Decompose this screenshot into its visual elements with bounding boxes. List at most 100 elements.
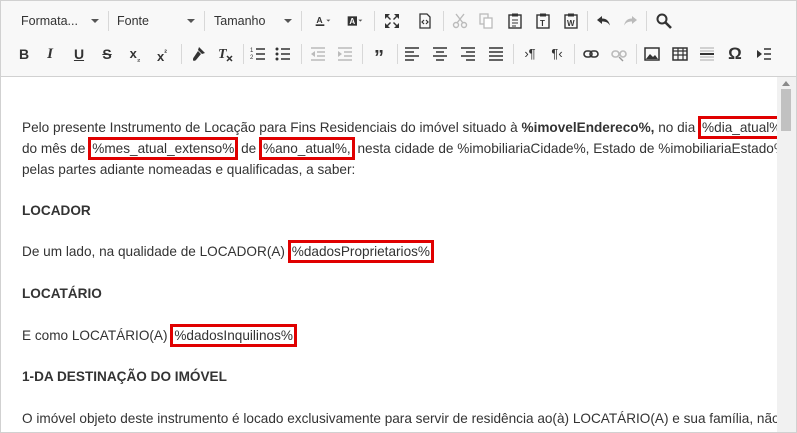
copy-format-button[interactable] — [187, 43, 209, 65]
document-body[interactable]: Pelo presente Instrumento de Locação par… — [1, 77, 777, 432]
maximize-icon — [385, 14, 399, 28]
paragraph-line: pelas partes adiante nomeadas e qualific… — [22, 162, 356, 177]
numbered-list-button[interactable]: 12 — [247, 43, 269, 65]
align-center-icon — [433, 47, 447, 61]
svg-text:1: 1 — [250, 48, 254, 54]
find-button[interactable] — [653, 10, 675, 32]
placeholder-dia-atual: %dia_atual% — [698, 116, 777, 139]
paragraph-line: O imóvel objeto deste instrumento é loca… — [22, 411, 777, 426]
paste-text-icon: T — [536, 13, 550, 29]
horizontal-line-button[interactable] — [696, 43, 718, 65]
font-color-button[interactable]: A — [309, 10, 337, 32]
toolbar-separator — [362, 44, 363, 64]
paragraph-line: do mês de %mes_atual_extenso% de %ano_at… — [22, 137, 777, 160]
remove-format-button[interactable]: T — [214, 43, 236, 65]
redo-button[interactable] — [619, 10, 641, 32]
special-char-button[interactable]: Ω — [724, 43, 746, 65]
placeholder-ano-atual: %ano_atual%, — [259, 137, 355, 160]
font-dropdown[interactable]: Fonte — [117, 10, 195, 32]
toolbar-separator — [108, 11, 109, 31]
outdent-icon — [311, 47, 325, 61]
justify-button[interactable] — [485, 43, 507, 65]
toolbar-separator — [513, 44, 514, 64]
italic-button[interactable]: I — [39, 43, 61, 65]
align-left-icon — [405, 47, 419, 61]
toolbar-separator — [301, 11, 302, 31]
align-center-button[interactable] — [429, 43, 451, 65]
toolbar-separator — [204, 11, 205, 31]
placeholder-mes-atual-extenso: %mes_atual_extenso% — [88, 137, 239, 160]
text-span: E como LOCATÁRIO(A) — [22, 328, 172, 343]
maximize-button[interactable] — [381, 10, 403, 32]
paste-button[interactable] — [504, 10, 526, 32]
superscript-button[interactable]: x² — [151, 43, 173, 65]
image-icon — [644, 47, 660, 61]
size-dropdown[interactable]: Tamanho — [214, 10, 292, 32]
blockquote-button[interactable]: ” — [368, 43, 390, 69]
cut-button[interactable] — [449, 10, 471, 32]
special-char-icon: Ω — [728, 44, 742, 63]
size-dropdown-label: Tamanho — [214, 14, 266, 28]
format-dropdown[interactable]: Formata... — [21, 10, 99, 32]
rtl-button[interactable]: ¶‹ — [546, 43, 568, 65]
subscript-button[interactable]: x₂ — [124, 43, 146, 65]
paste-word-button[interactable]: W — [560, 10, 582, 32]
placeholder-imovel-endereco: %imovelEndereco%, — [521, 120, 655, 135]
numbered-list-icon: 12 — [250, 48, 265, 61]
toolbar-separator — [301, 44, 302, 64]
link-button[interactable] — [580, 43, 602, 65]
svg-text:A: A — [349, 17, 355, 26]
scroll-up-arrow-icon[interactable] — [782, 81, 790, 86]
font-color-icon: A — [315, 15, 331, 26]
text-span: Pelo presente Instrumento de Locação par… — [22, 120, 522, 135]
toolbar-row-2: B I U S x₂ x² T 12 ” ›¶ ¶‹ Ω — [1, 40, 796, 69]
subscript-icon: x₂ — [129, 46, 141, 64]
blockquote-icon: ” — [374, 47, 384, 69]
bold-button[interactable]: B — [13, 43, 35, 65]
source-icon — [419, 13, 431, 29]
page-break-button[interactable] — [753, 43, 775, 65]
rtl-icon: ¶‹ — [551, 46, 563, 61]
strikethrough-button[interactable]: S — [96, 43, 118, 65]
paste-text-button[interactable]: T — [532, 10, 554, 32]
align-right-button[interactable] — [457, 43, 479, 65]
undo-button[interactable] — [593, 10, 615, 32]
scrollbar-thumb[interactable] — [781, 89, 791, 131]
table-button[interactable] — [669, 43, 691, 65]
align-left-button[interactable] — [401, 43, 423, 65]
bulleted-list-icon — [275, 47, 290, 61]
toolbar-separator — [443, 11, 444, 31]
indent-icon — [338, 47, 352, 61]
heading-locatario: LOCATÁRIO — [22, 286, 102, 301]
image-button[interactable] — [641, 43, 663, 65]
editor-toolbar: Formata... Fonte Tamanho A A T W B I U S… — [1, 1, 796, 77]
svg-text:W: W — [567, 19, 575, 28]
svg-text:2: 2 — [250, 55, 254, 61]
copy-format-icon — [193, 47, 205, 61]
chevron-down-icon — [284, 19, 292, 23]
bulleted-list-button[interactable] — [272, 43, 294, 65]
align-right-icon — [461, 47, 475, 61]
indent-button[interactable] — [334, 43, 356, 65]
unlink-button[interactable] — [608, 43, 630, 65]
source-button[interactable] — [414, 10, 436, 32]
undo-icon — [597, 16, 610, 26]
text-span: De um lado, na qualidade de LOCADOR(A) — [22, 244, 289, 259]
copy-button[interactable] — [475, 10, 497, 32]
ltr-icon: ›¶ — [524, 46, 536, 61]
svg-text:A: A — [316, 15, 323, 25]
toolbar-separator — [181, 44, 182, 64]
text-span: de — [237, 141, 261, 156]
vertical-scrollbar[interactable] — [777, 77, 796, 432]
copy-icon — [479, 13, 493, 29]
page-break-icon — [757, 48, 771, 60]
paste-word-icon: W — [564, 13, 578, 29]
ltr-button[interactable]: ›¶ — [519, 43, 541, 65]
underline-button[interactable]: U — [68, 43, 90, 65]
background-color-button[interactable]: A — [341, 10, 369, 32]
format-dropdown-label: Formata... — [21, 14, 78, 28]
background-color-icon: A — [347, 16, 363, 26]
placeholder-dados-proprietarios: %dadosProprietarios% — [287, 240, 435, 263]
toolbar-separator — [397, 44, 398, 64]
outdent-button[interactable] — [307, 43, 329, 65]
